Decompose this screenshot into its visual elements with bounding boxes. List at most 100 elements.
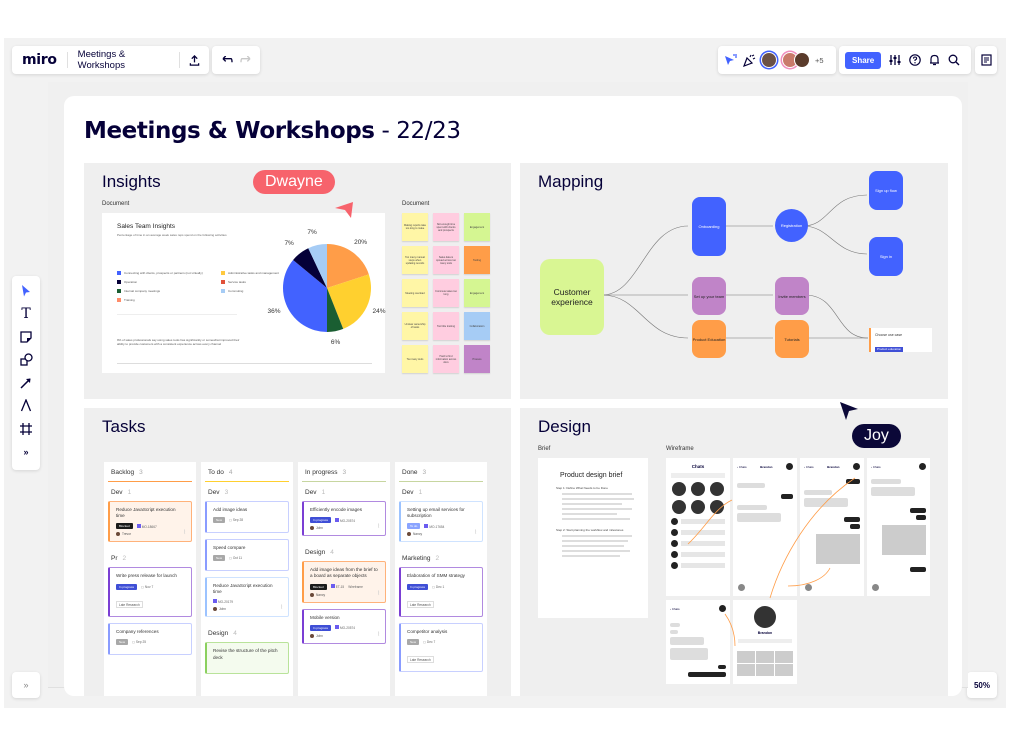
sales-insights-document[interactable]: Sales Team Insights Percentage of time i…	[102, 213, 385, 373]
attachment-icon[interactable]: ⌇	[183, 529, 186, 536]
sticky-note[interactable]: Engagement	[464, 279, 490, 307]
status-tag[interactable]: In progress	[407, 583, 429, 590]
attachment-icon[interactable]: ⌇	[280, 604, 283, 611]
column-header[interactable]: Backlog 3	[108, 462, 192, 482]
status-tag[interactable]: In progress	[116, 583, 138, 590]
undo-icon[interactable]	[222, 55, 233, 65]
notifications-bell-icon[interactable]	[929, 54, 940, 66]
select-cursor-icon[interactable]	[17, 282, 35, 299]
section-tasks[interactable]: Tasks Backlog 3 Dev 1 Reduce JavaScript exe…	[84, 408, 511, 696]
text-tool-icon[interactable]: T	[17, 305, 35, 322]
task-card[interactable]: Setting up email services for subscripti…	[399, 501, 483, 543]
sticky-note[interactable]: Collaboration	[464, 312, 490, 340]
issue-id[interactable]: MO-18667	[136, 523, 157, 529]
status-tag[interactable]: In progress	[310, 517, 332, 524]
redo-icon[interactable]	[239, 55, 251, 65]
sticky-note[interactable]: Too many tools	[402, 345, 428, 373]
wireframe-chats[interactable]: Chats	[666, 458, 730, 596]
side-panel-toggle[interactable]	[975, 46, 997, 74]
sticky-note[interactable]: Sales data is spread across too many too…	[433, 246, 459, 274]
more-collaborators-count[interactable]: +5	[815, 56, 824, 65]
assignee[interactable]: Trevor	[116, 532, 185, 537]
node-invite-members[interactable]: Invite members	[775, 277, 809, 315]
task-card[interactable]: Competitor analysis New ▢ Dec 7 Late Rese…	[399, 622, 483, 672]
status-tag[interactable]: To do	[407, 523, 421, 530]
node-set-up-team[interactable]: Set up your team	[692, 277, 726, 315]
swimlane-header[interactable]: Design 4	[302, 542, 386, 561]
status-tag[interactable]: New	[213, 555, 226, 562]
assignee[interactable]: John	[310, 526, 379, 531]
status-tag[interactable]: New	[213, 517, 226, 524]
sticky-note[interactable]: Tooling	[464, 246, 490, 274]
issue-id[interactable]: MO-20574	[335, 517, 355, 523]
sticky-note[interactable]: Not enough time spent with clients and p…	[433, 213, 459, 241]
node-tutorials[interactable]: Tutorials	[775, 320, 809, 358]
node-product-education[interactable]: Product Education	[692, 320, 726, 358]
node-sign-up-flow[interactable]: Sign up flow	[869, 171, 903, 210]
sticky-note[interactable]: Engagement	[464, 213, 490, 241]
column-header[interactable]: Done 3	[399, 462, 483, 482]
miro-logo[interactable]: miro	[12, 52, 67, 68]
task-card[interactable]: Add image ideas from the brief to a boar…	[302, 561, 386, 603]
attachment-icon[interactable]: ⌇	[377, 523, 380, 530]
product-design-brief[interactable]: Product design brief Step 1: Define What…	[538, 458, 648, 618]
swimlane-header[interactable]: Marketing 2	[399, 548, 483, 567]
use-case-card[interactable]: Choose use case Product education	[869, 328, 932, 352]
section-mapping[interactable]: Mapping Customer experience Onboarding R…	[520, 163, 948, 399]
task-card[interactable]: Mobile version In progress MO-20574 John …	[302, 608, 386, 644]
assignee[interactable]: John	[213, 607, 282, 612]
task-card[interactable]: Write press release for launch In progre…	[108, 567, 192, 617]
task-card[interactable]: Elaboration of SMM strategy In progress ▢…	[399, 567, 483, 617]
task-card[interactable]: Efficiently encode images In progress MO-…	[302, 501, 386, 537]
more-tools-icon[interactable]: »	[17, 443, 35, 460]
status-tag[interactable]: Blocked	[310, 583, 327, 590]
task-card[interactable]: Speed compare New ▢ Oct 11	[205, 539, 289, 571]
swimlane-header[interactable]: Pr 2	[108, 548, 192, 567]
task-card[interactable]: Reduce JavaScript execution time MO-2017…	[205, 577, 289, 618]
status-tag[interactable]: New	[407, 638, 420, 645]
sticky-note[interactable]: Hard to find information across docs	[433, 345, 459, 373]
zoom-level[interactable]: 50%	[967, 672, 997, 698]
attachment-icon[interactable]: ⌇	[474, 529, 477, 536]
task-card[interactable]: Revise the structure of the pitch deck	[205, 642, 289, 675]
help-icon[interactable]	[909, 54, 922, 66]
sticky-note[interactable]: Process	[464, 345, 490, 373]
wireframe-conversation-1[interactable]: ‹ Chats Brandon	[733, 458, 797, 596]
board-name[interactable]: Meetings & Workshops	[68, 49, 179, 71]
swimlane-header[interactable]: Dev 1	[108, 482, 192, 501]
cursor-follow-icon[interactable]	[724, 54, 738, 66]
node-sign-in[interactable]: Sign in	[869, 237, 903, 276]
task-card[interactable]: Company references New ▢ Sep 25	[108, 622, 192, 655]
connection-line-icon[interactable]	[17, 374, 35, 391]
pen-icon[interactable]	[17, 397, 35, 414]
wireframe-conversation-2[interactable]: ‹ Chats Brandon	[800, 458, 864, 596]
assignee[interactable]: Nancy	[310, 592, 379, 597]
column-header[interactable]: To do 4	[205, 462, 289, 482]
issue-id[interactable]: MO-20179	[213, 599, 233, 604]
share-button[interactable]: Share	[845, 51, 882, 69]
attachment-icon[interactable]: ⌇	[377, 631, 380, 638]
avatar[interactable]	[761, 52, 777, 68]
assignee[interactable]: Nancy	[407, 532, 476, 537]
sticky-note[interactable]: Too little training	[433, 312, 459, 340]
collaborator-avatars[interactable]	[782, 52, 810, 68]
frame-icon[interactable]	[17, 420, 35, 437]
sticky-note[interactable]: Making reports take too long to make	[402, 213, 428, 241]
task-card[interactable]: Reduce JavaScript execution time Blocked…	[108, 501, 192, 543]
sticky-note[interactable]: Commute takes too long	[433, 279, 459, 307]
attachment-icon[interactable]: ⌇	[377, 590, 380, 597]
node-customer-experience[interactable]: Customer experience	[540, 259, 604, 335]
sticky-note[interactable]: Meeting overload	[402, 279, 428, 307]
node-registration[interactable]: Registration	[775, 209, 808, 242]
status-tag[interactable]: New	[116, 638, 129, 645]
swimlane-header[interactable]: Dev 1	[302, 482, 386, 501]
sticky-note[interactable]: Unclear ownership of tasks	[402, 312, 428, 340]
settings-sliders-icon[interactable]	[889, 54, 901, 66]
shapes-icon[interactable]	[17, 351, 35, 368]
node-onboarding[interactable]: Onboarding	[692, 197, 726, 256]
wireframe-profile[interactable]: Brandon	[733, 600, 797, 684]
status-tag[interactable]: In progress	[310, 624, 332, 631]
column-header[interactable]: In progress 3	[302, 462, 386, 482]
wireframe-conversation-4[interactable]: ‹ Chats	[666, 600, 730, 684]
wireframe-conversation-3[interactable]: ‹ Chats	[867, 458, 930, 596]
